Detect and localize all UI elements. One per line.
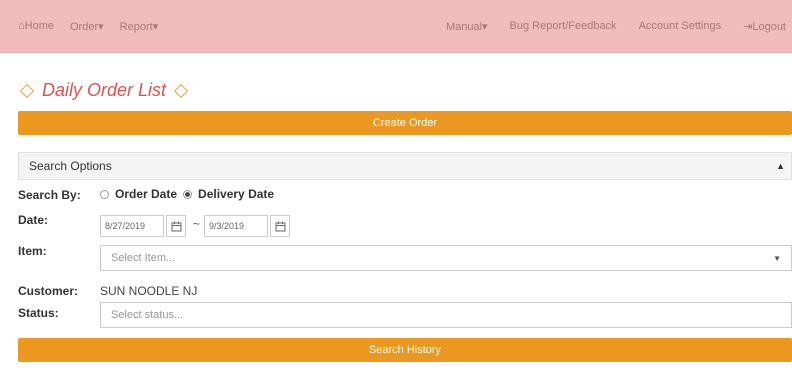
item-select-placeholder: Select Item... — [111, 252, 176, 264]
nav-left: ⌂Home Order▾ Report▾ — [18, 20, 158, 33]
search-history-button[interactable]: Search History — [18, 338, 792, 362]
radio-delivery-date-label[interactable]: Delivery Date — [198, 187, 274, 201]
page-title: Daily Order List — [18, 80, 190, 101]
nav-right: Manual▾ Bug Report/Feedback Account Sett… — [446, 20, 786, 33]
radio-order-date[interactable] — [100, 189, 109, 199]
search-options-toggle[interactable]: Search Options ▲ — [18, 152, 792, 180]
radio-order-date-label[interactable]: Order Date — [115, 187, 177, 201]
nav-report-menu[interactable]: Report▾ — [120, 20, 159, 33]
nav-manual-menu[interactable]: Manual▾ — [446, 20, 488, 33]
diamond-icon — [173, 83, 189, 98]
date-label: Date: — [18, 213, 49, 227]
calendar-icon[interactable] — [166, 215, 186, 237]
search-by-label: Search By: — [18, 188, 81, 202]
customer-value: SUN NOODLE NJ — [100, 284, 198, 298]
date-to-input[interactable]: 9/3/2019 — [204, 215, 268, 237]
top-navbar: ⌂Home Order▾ Report▾ Manual▾ Bug Report/… — [0, 0, 792, 53]
nav-home[interactable]: ⌂Home — [18, 20, 54, 32]
status-select-placeholder: Select status... — [111, 309, 184, 321]
create-order-button[interactable]: Create Order — [18, 111, 792, 135]
caret-up-icon: ▲ — [776, 161, 785, 171]
status-label: Status: — [18, 306, 59, 320]
page-title-text: Daily Order List — [42, 80, 167, 100]
nav-order-menu[interactable]: Order▾ — [70, 20, 104, 33]
radio-delivery-date[interactable] — [183, 189, 193, 199]
status-select[interactable]: Select status... — [100, 302, 792, 328]
nav-logout[interactable]: ⇥Logout — [743, 20, 786, 33]
search-by-radio-group: Order Date Delivery Date — [100, 187, 274, 201]
customer-label: Customer: — [18, 284, 79, 298]
date-range-separator: ~ — [193, 217, 201, 231]
item-select[interactable]: Select Item... ▼ — [100, 245, 792, 271]
nav-account-settings[interactable]: Account Settings — [639, 20, 722, 32]
calendar-icon[interactable] — [270, 215, 290, 237]
nav-bug-report[interactable]: Bug Report/Feedback — [510, 20, 617, 32]
diamond-icon — [19, 83, 35, 98]
item-label: Item: — [18, 244, 47, 258]
search-options-label: Search Options — [29, 159, 112, 173]
date-from-input[interactable]: 8/27/2019 — [100, 215, 164, 237]
chevron-down-icon: ▼ — [773, 253, 781, 263]
